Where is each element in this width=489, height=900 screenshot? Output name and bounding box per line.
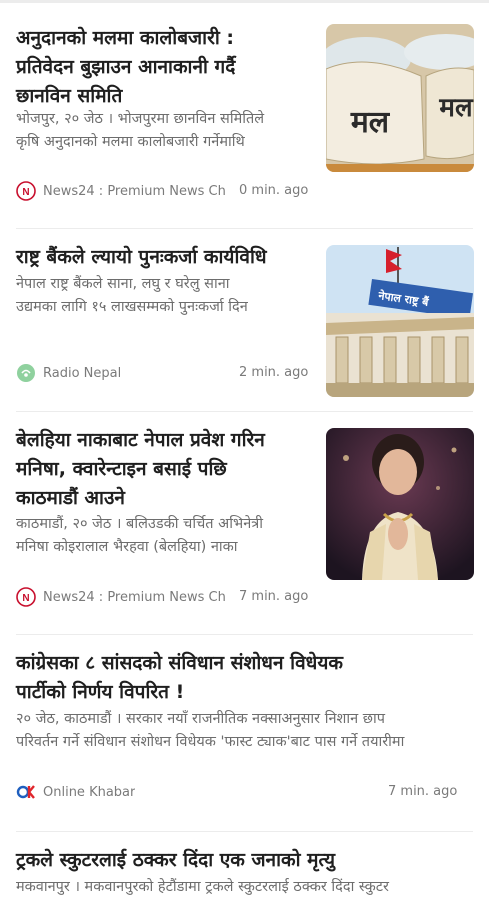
- snippet-line: कृषि अनुदानको मलमा कालोबजारी गर्नेमाथि: [16, 134, 245, 150]
- article-card-5[interactable]: ट्रकले स्कुटरलाई ठक्कर दिंदा एक जनाको मृ…: [0, 832, 489, 900]
- title-line: राष्ट्र बैंकले ल्यायो पुनःकर्जा कार्यविध…: [16, 246, 267, 268]
- article-card-3[interactable]: बेलहिया नाकाबाट नेपाल प्रवेश गरिन मनिषा,…: [0, 412, 489, 634]
- snippet-line: मनिषा कोइरालाल भैरहवा (बेलहिया) नाका: [16, 539, 238, 555]
- source-name: News24 : Premium News Ch...: [43, 589, 226, 605]
- article-snippet: काठमाडौं, २० जेठ । बलिउडकी चर्चित अभिनेत…: [16, 513, 316, 559]
- article-snippet: २० जेठ, काठमाडौं । सरकार नयाँ राजनीतिक न…: [16, 708, 474, 754]
- snippet-line: उद्यमका लागि १५ लाखसम्मको पुनःकर्जा दिन: [16, 299, 248, 315]
- article-source[interactable]: N News24 : Premium News Ch...: [16, 181, 226, 201]
- article-source[interactable]: N News24 : Premium News Ch...: [16, 587, 226, 607]
- snippet-line: परिवर्तन गर्ने संविधान संशोधन विधेयक 'फा…: [16, 734, 405, 750]
- article-source[interactable]: Radio Nepal: [16, 363, 216, 383]
- fertilizer-sacks-image: मल मल: [326, 24, 474, 172]
- source-name: Online Khabar: [43, 784, 136, 800]
- snippet-line: मकवानपुर । मकवानपुरको हेटौंडामा ट्रकले स…: [16, 879, 389, 895]
- central-bank-building-image: नेपाल राष्ट्र बैं: [326, 245, 474, 397]
- article-thumbnail[interactable]: [326, 428, 474, 580]
- news24-logo-icon: N: [16, 587, 36, 607]
- radio-nepal-logo-icon: [16, 363, 36, 383]
- article-title[interactable]: राष्ट्र बैंकले ल्यायो पुनःकर्जा कार्यविध…: [16, 243, 267, 272]
- title-line: प्रतिवेदन बुझाउन आनाकानी गर्दै: [16, 56, 236, 78]
- article-title[interactable]: बेलहिया नाकाबाट नेपाल प्रवेश गरिन मनिषा,…: [16, 426, 265, 513]
- snippet-line: काठमाडौं, २० जेठ । बलिउडकी चर्चित अभिनेत…: [16, 516, 264, 532]
- title-line: अनुदानको मलमा कालोबजारी :: [16, 27, 234, 49]
- article-time: 7 min. ago: [239, 589, 309, 604]
- article-card-4[interactable]: कांग्रेसका ८ सांसदको संविधान संशोधन विधे…: [0, 635, 489, 831]
- article-time: 2 min. ago: [239, 365, 309, 380]
- article-source[interactable]: Online Khabar: [16, 782, 216, 802]
- title-line: बेलहिया नाकाबाट नेपाल प्रवेश गरिन: [16, 429, 265, 451]
- article-thumbnail[interactable]: नेपाल राष्ट्र बैं: [326, 245, 474, 397]
- svg-text:N: N: [22, 593, 29, 604]
- article-title[interactable]: अनुदानको मलमा कालोबजारी : प्रतिवेदन बुझा…: [16, 24, 235, 111]
- title-line: पार्टीको निर्णय विपरित !: [16, 681, 185, 703]
- snippet-line: भोजपुर, २० जेठ । भोजपुरमा छानविन समितिले: [16, 111, 265, 127]
- article-time: 0 min. ago: [239, 183, 309, 198]
- article-title[interactable]: ट्रकले स्कुटरलाई ठक्कर दिंदा एक जनाको मृ…: [16, 846, 335, 875]
- news24-logo-icon: N: [16, 181, 36, 201]
- snippet-line: २० जेठ, काठमाडौं । सरकार नयाँ राजनीतिक न…: [16, 711, 385, 727]
- title-line: मनिषा, क्वारेन्टाइन बसाई पछि: [16, 458, 227, 480]
- article-card-2[interactable]: राष्ट्र बैंकले ल्यायो पुनःकर्जा कार्यविध…: [0, 229, 489, 411]
- article-snippet: नेपाल राष्ट्र बैंकले साना, लघु र घरेलु स…: [16, 273, 316, 319]
- sack-label: मल: [350, 105, 391, 140]
- article-snippet: भोजपुर, २० जेठ । भोजपुरमा छानविन समितिले…: [16, 108, 316, 154]
- svg-text:N: N: [22, 187, 29, 198]
- title-line: काठमाडौं आउने: [16, 487, 125, 509]
- snippet-line: नेपाल राष्ट्र बैंकले साना, लघु र घरेलु स…: [16, 276, 230, 292]
- actress-portrait-image: [326, 428, 474, 580]
- news-feed: अनुदानको मलमा कालोबजारी : प्रतिवेदन बुझा…: [0, 0, 489, 900]
- online-khabar-logo-icon: [16, 782, 36, 802]
- article-card-1[interactable]: अनुदानको मलमा कालोबजारी : प्रतिवेदन बुझा…: [0, 0, 489, 230]
- title-line: ट्रकले स्कुटरलाई ठक्कर दिंदा एक जनाको मृ…: [16, 849, 336, 871]
- article-snippet: मकवानपुर । मकवानपुरको हेटौंडामा ट्रकले स…: [16, 876, 474, 899]
- source-name: News24 : Premium News Ch...: [43, 183, 226, 199]
- article-thumbnail[interactable]: मल मल: [326, 24, 474, 172]
- article-title[interactable]: कांग्रेसका ८ सांसदको संविधान संशोधन विधे…: [16, 649, 343, 707]
- source-name: Radio Nepal: [43, 365, 122, 381]
- sack-label: मल: [438, 93, 474, 123]
- article-time: 7 min. ago: [388, 784, 458, 799]
- title-line: छानविन समिति: [16, 85, 123, 107]
- title-line: कांग्रेसका ८ सांसदको संविधान संशोधन विधे…: [16, 652, 343, 674]
